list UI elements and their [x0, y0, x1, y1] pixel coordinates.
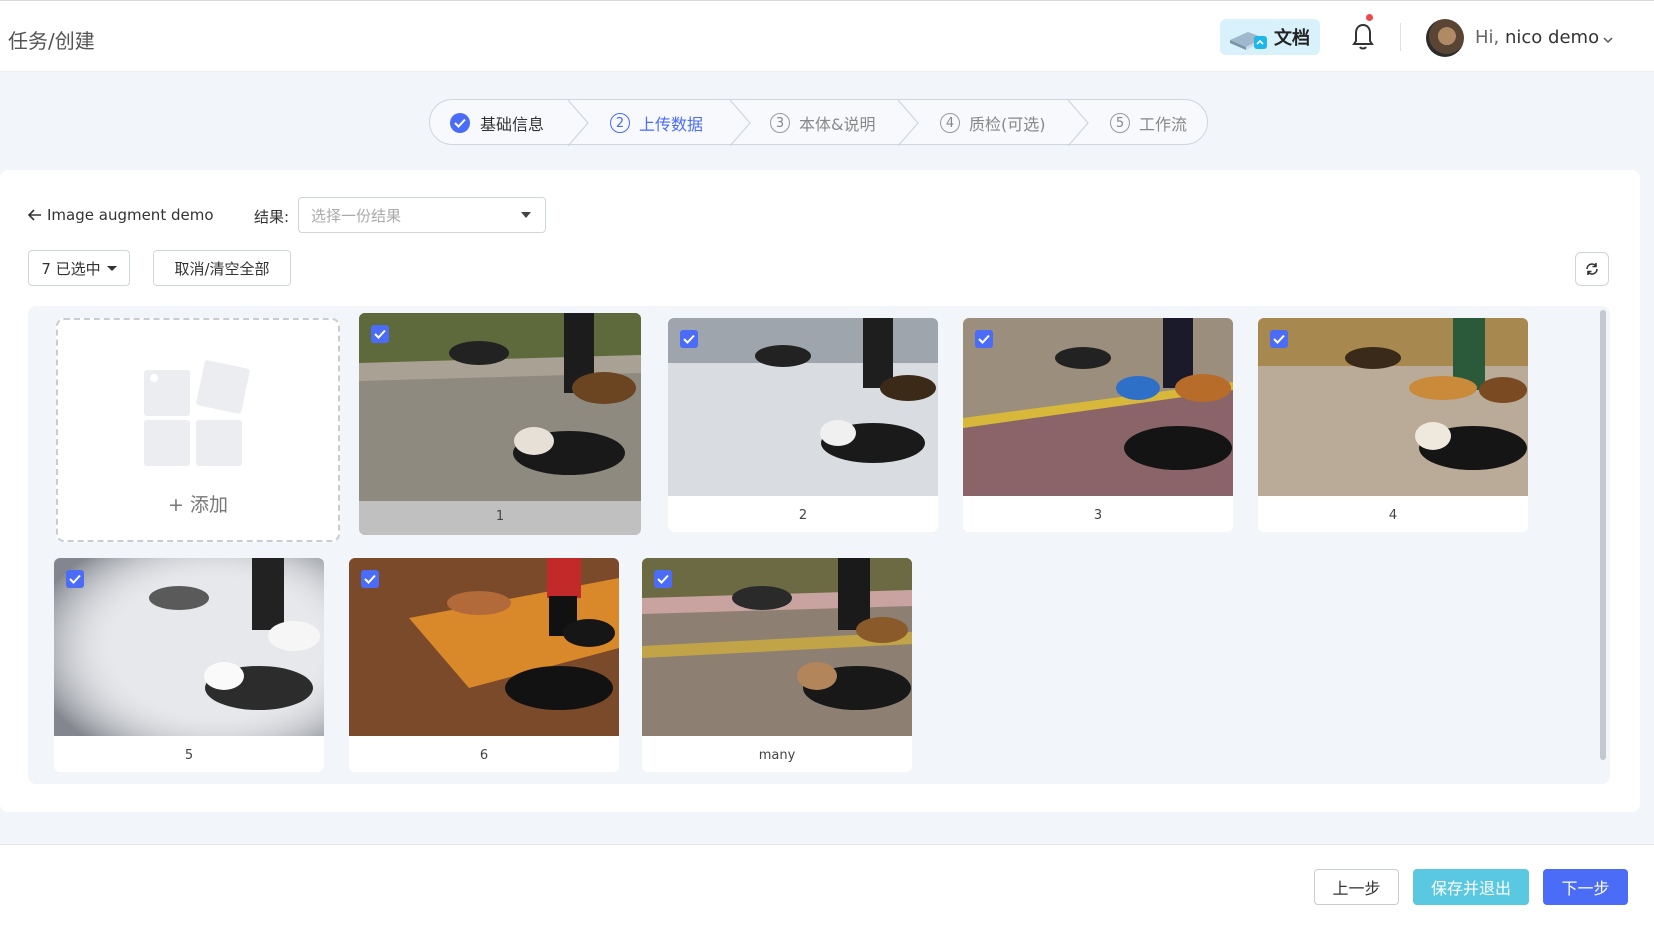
user-greeting: Hi,: [1475, 27, 1500, 48]
notification-bell-icon[interactable]: [1348, 19, 1378, 53]
check-circle-icon: [450, 113, 470, 133]
step-label: 本体&说明: [799, 115, 876, 134]
image-label: 1: [495, 509, 505, 524]
user-name: nico demo: [1505, 27, 1600, 48]
image-gallery: + 添加 1 2 3 4 5 6 many: [28, 306, 1610, 784]
dog-walk-image: [1258, 318, 1528, 496]
checkbox-checked-icon[interactable]: [1270, 330, 1288, 348]
step-quality-check[interactable]: 4 质检(可选): [940, 100, 1046, 146]
book-icon: [1226, 22, 1270, 52]
checkbox-checked-icon[interactable]: [654, 570, 672, 588]
top-header: 任务/创建 文档 Hi, nico demo: [0, 0, 1654, 72]
image-card[interactable]: 6: [349, 558, 619, 772]
previous-step-button[interactable]: 上一步: [1314, 869, 1399, 905]
image-label: 3: [1093, 508, 1103, 523]
step-ontology[interactable]: 3 本体&说明: [770, 100, 875, 146]
image-label: 4: [1388, 508, 1398, 523]
caret-down-icon: [106, 265, 117, 271]
step-number: 4: [940, 113, 960, 133]
clear-all-button[interactable]: 取消/清空全部: [153, 250, 291, 286]
image-card[interactable]: 3: [963, 318, 1233, 532]
add-label: + 添加: [168, 494, 228, 516]
selected-count-dropdown[interactable]: 7 已选中: [28, 250, 130, 286]
step-separator-icon: [567, 100, 589, 146]
dog-walk-image: [359, 313, 641, 501]
refresh-button[interactable]: [1575, 252, 1609, 286]
breadcrumb: 任务/创建: [8, 29, 95, 53]
result-label: 结果:: [254, 208, 290, 226]
arrow-left-icon: [28, 209, 41, 221]
checkbox-checked-icon[interactable]: [66, 570, 84, 588]
avatar[interactable]: [1426, 19, 1464, 57]
result-select[interactable]: 选择一份结果: [298, 197, 546, 233]
dog-walk-image: [963, 318, 1233, 496]
chevron-down-icon[interactable]: [1602, 31, 1614, 44]
step-label: 质检(可选): [969, 115, 1046, 134]
gallery-scrollbar[interactable]: [1600, 310, 1606, 760]
dataset-name: Image augment demo: [47, 206, 214, 224]
step-upload-data[interactable]: 2 上传数据: [610, 100, 703, 146]
image-card[interactable]: 1: [359, 313, 641, 535]
step-separator-icon: [897, 100, 919, 146]
result-placeholder: 选择一份结果: [311, 206, 402, 225]
step-separator-icon: [1067, 100, 1089, 146]
image-label: 2: [798, 508, 808, 523]
dog-walk-image: [668, 318, 938, 496]
docs-button[interactable]: 文档: [1220, 19, 1320, 55]
progress-stepper: 基础信息 2 上传数据 3 本体&说明 4 质检(可选) 5 工作流: [429, 99, 1208, 146]
refresh-icon: [1586, 263, 1598, 275]
step-number: 3: [770, 113, 790, 133]
image-label: many: [758, 748, 796, 763]
step-number: 2: [610, 113, 630, 133]
header-divider: [1400, 23, 1401, 51]
main-panel: Image augment demo 结果: 选择一份结果 7 已选中 取消/清…: [0, 170, 1640, 812]
step-label: 基础信息: [480, 115, 545, 134]
footer-bar: 上一步 保存并退出 下一步: [0, 844, 1654, 925]
step-label: 工作流: [1139, 115, 1188, 134]
dog-walk-image: [54, 558, 324, 736]
caret-down-icon: [521, 212, 531, 218]
checkbox-checked-icon[interactable]: [371, 325, 389, 343]
notification-dot: [1366, 14, 1373, 21]
image-placeholder-icon: [144, 358, 252, 466]
save-and-exit-button[interactable]: 保存并退出: [1413, 869, 1529, 905]
checkbox-checked-icon[interactable]: [975, 330, 993, 348]
back-link[interactable]: Image augment demo: [28, 206, 214, 224]
image-card[interactable]: 4: [1258, 318, 1528, 532]
dog-walk-image: [642, 558, 912, 736]
step-number: 5: [1110, 113, 1130, 133]
add-image-card[interactable]: + 添加: [56, 318, 340, 542]
docs-label: 文档: [1274, 28, 1310, 49]
image-card[interactable]: 5: [54, 558, 324, 772]
checkbox-checked-icon[interactable]: [680, 330, 698, 348]
image-label: 5: [184, 748, 194, 763]
step-workflow[interactable]: 5 工作流: [1110, 100, 1187, 146]
step-separator-icon: [729, 100, 751, 146]
dog-walk-image: [349, 558, 619, 736]
image-card[interactable]: 2: [668, 318, 938, 532]
selected-count-label: 7 已选中: [41, 259, 101, 278]
user-menu[interactable]: Hi, nico demo: [1475, 27, 1599, 48]
image-card[interactable]: many: [642, 558, 912, 772]
checkbox-checked-icon[interactable]: [361, 570, 379, 588]
step-basic-info[interactable]: 基础信息: [450, 100, 544, 146]
step-label: 上传数据: [639, 115, 704, 134]
next-step-button[interactable]: 下一步: [1543, 869, 1628, 905]
image-label: 6: [479, 748, 489, 763]
